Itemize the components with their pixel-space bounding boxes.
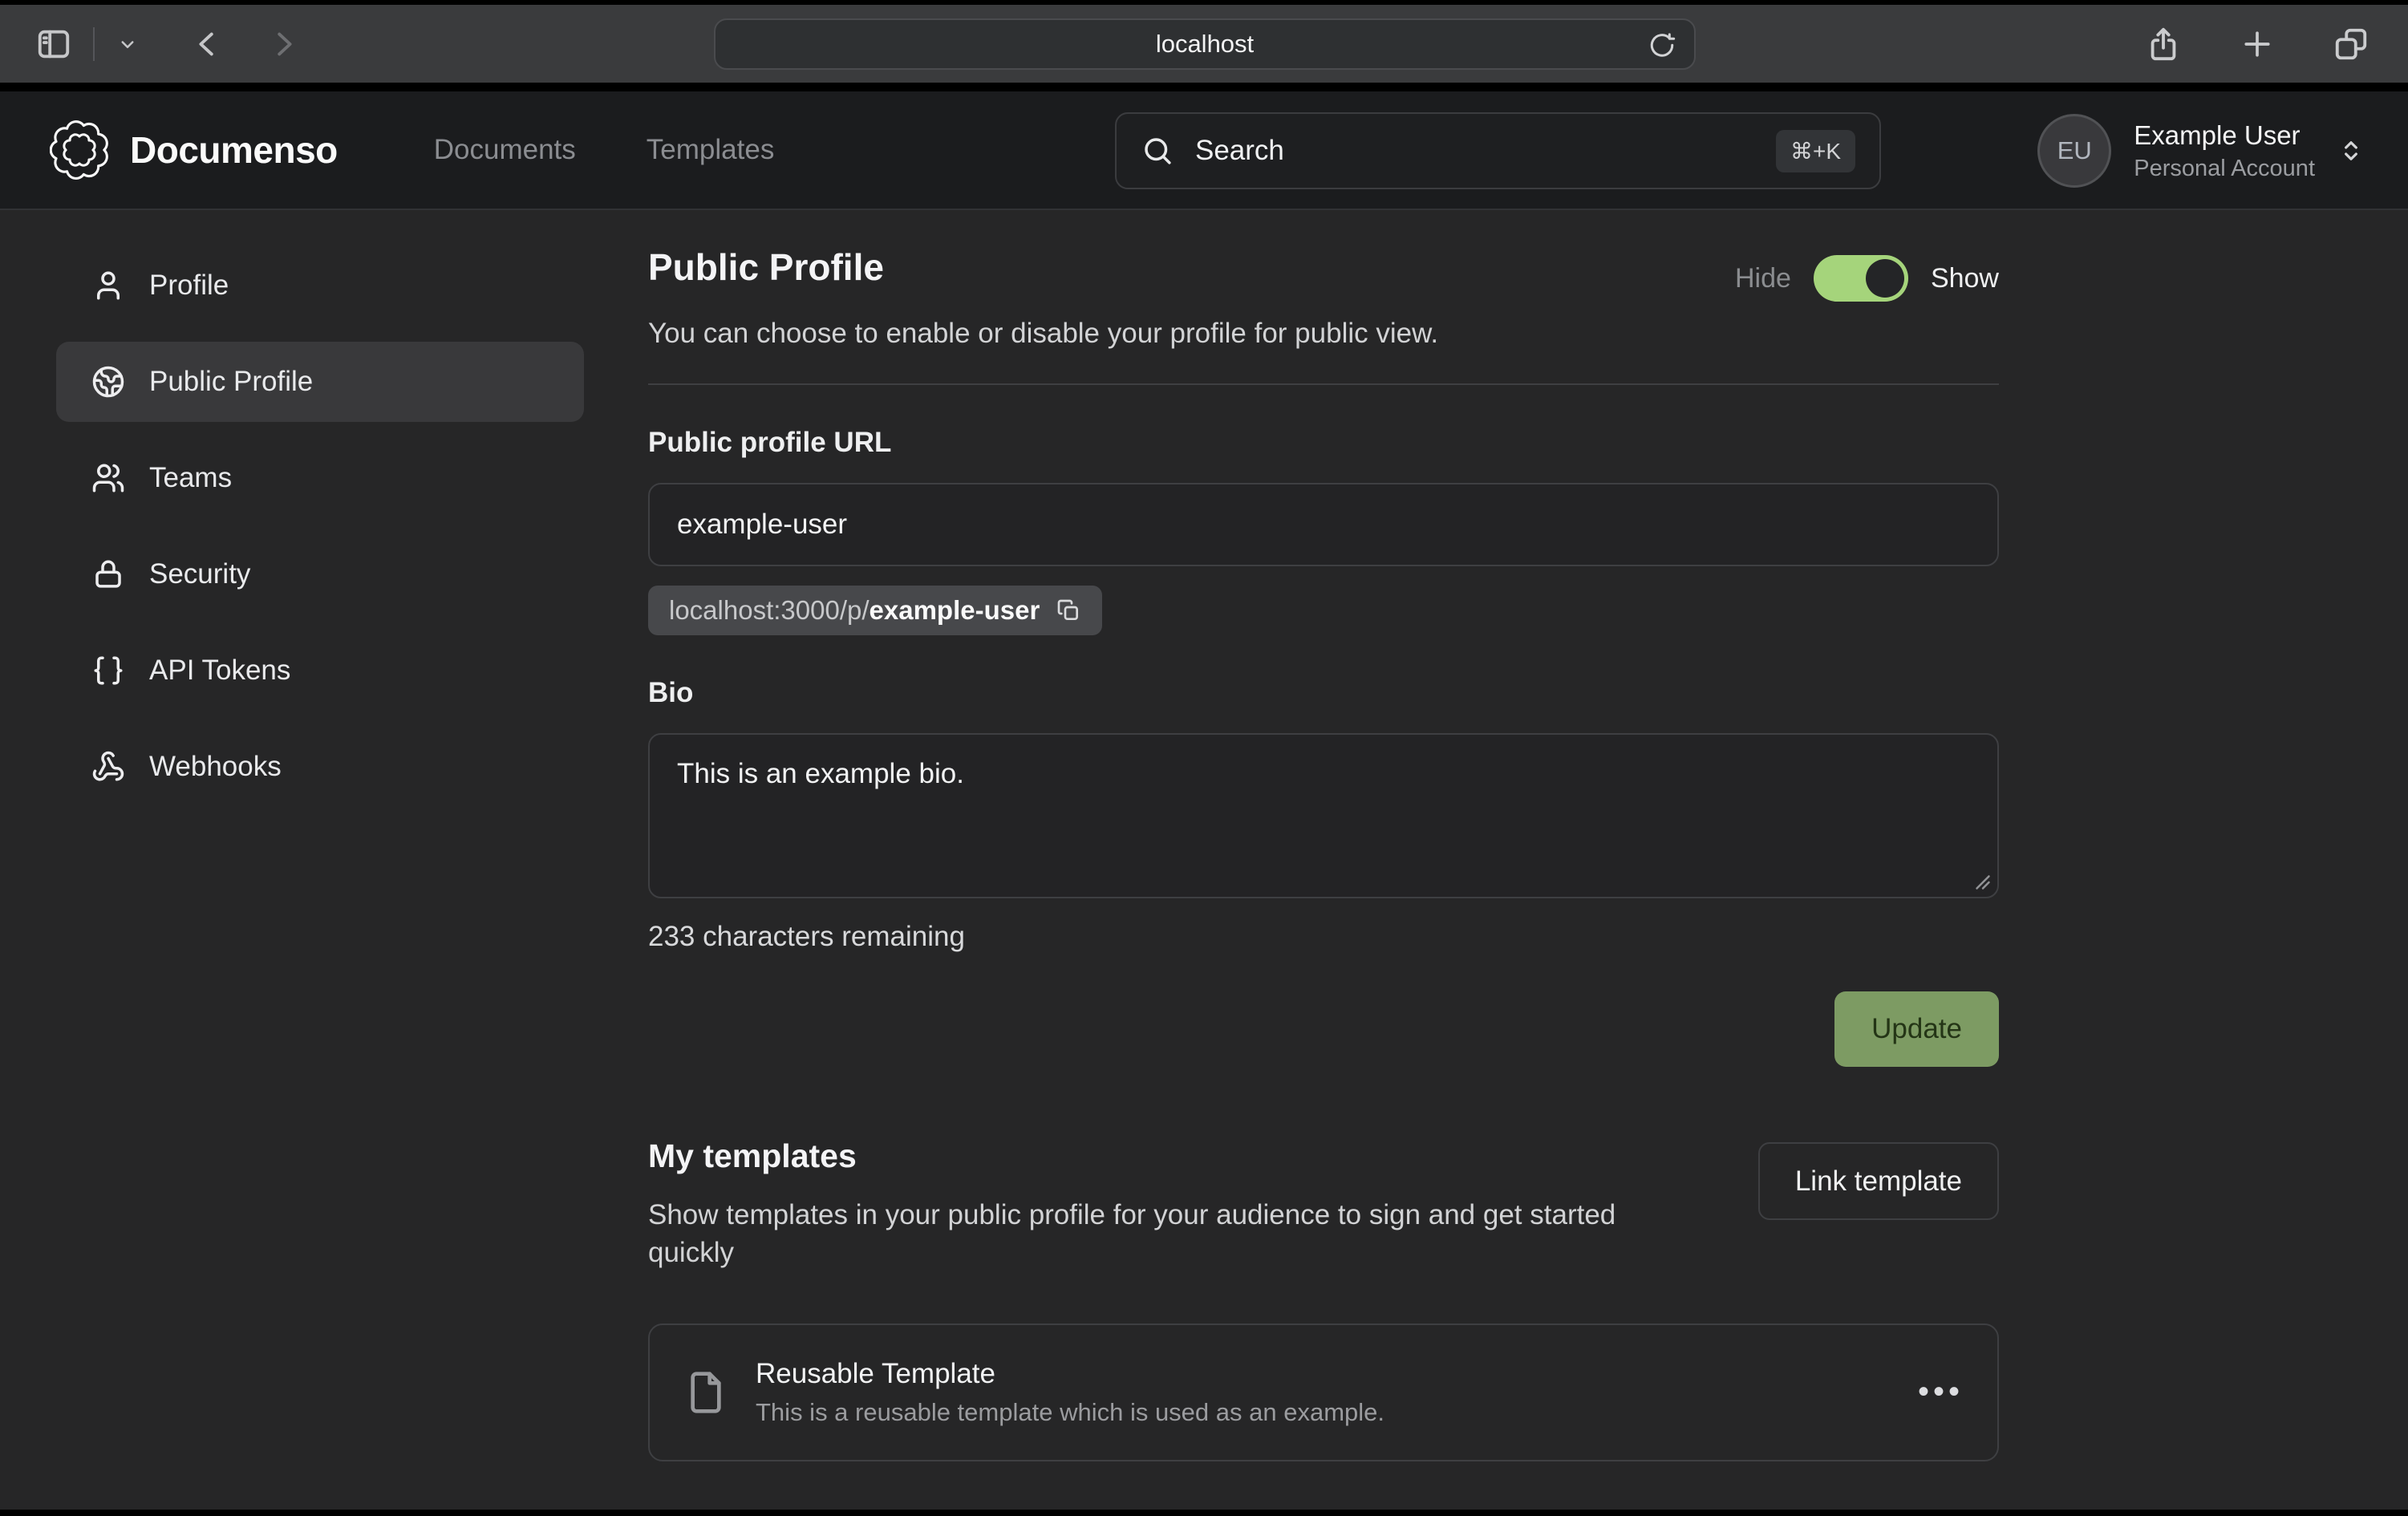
toggle-knob bbox=[1866, 259, 1904, 298]
more-options-icon[interactable]: ••• bbox=[1918, 1374, 1964, 1410]
avatar-initials: EU bbox=[2057, 136, 2092, 165]
bio-field-label: Bio bbox=[648, 677, 1999, 709]
template-description: This is a reusable template which is use… bbox=[756, 1398, 1384, 1427]
documenso-logo[interactable]: Documenso bbox=[50, 120, 338, 180]
user-icon bbox=[91, 269, 125, 302]
toggle-show-label: Show bbox=[1931, 263, 1999, 294]
toolbar-separator bbox=[93, 27, 95, 61]
toggle-hide-label: Hide bbox=[1735, 263, 1791, 294]
sidebar-item-api-tokens[interactable]: API Tokens bbox=[56, 630, 584, 711]
address-bar-url: localhost bbox=[1156, 30, 1254, 59]
template-name: Reusable Template bbox=[756, 1358, 1384, 1390]
user-menu[interactable]: EU Example User Personal Account bbox=[2037, 112, 2366, 189]
primary-nav: Documents Templates bbox=[434, 134, 775, 166]
sidebar-item-public-profile[interactable]: Public Profile bbox=[56, 342, 584, 422]
sidebar-item-teams[interactable]: Teams bbox=[56, 438, 584, 518]
sidebar-item-label: Public Profile bbox=[149, 366, 313, 398]
page-title: Public Profile bbox=[648, 245, 884, 289]
webhook-icon bbox=[91, 750, 125, 784]
share-icon[interactable] bbox=[2145, 26, 2182, 63]
copy-url-button[interactable] bbox=[1056, 598, 1081, 623]
app-header: Documenso Documents Templates Search ⌘+K… bbox=[0, 91, 2408, 210]
profile-url-input[interactable] bbox=[648, 483, 1999, 566]
user-account-type: Personal Account bbox=[2134, 156, 2315, 182]
address-bar[interactable]: localhost bbox=[714, 18, 1696, 70]
sidebar-item-profile[interactable]: Profile bbox=[56, 245, 584, 326]
sidebar-chevron-down-icon[interactable] bbox=[116, 32, 140, 56]
resize-handle-icon[interactable] bbox=[1975, 874, 1991, 890]
settings-sidebar: Profile Public Profile Teams Security AP… bbox=[56, 245, 584, 1510]
nav-templates[interactable]: Templates bbox=[647, 134, 775, 166]
user-name: Example User bbox=[2134, 120, 2315, 151]
avatar: EU bbox=[2037, 114, 2111, 188]
my-templates-description: Show templates in your public profile fo… bbox=[648, 1196, 1619, 1272]
chevrons-up-down-icon bbox=[2336, 136, 2366, 166]
back-button[interactable] bbox=[189, 26, 226, 63]
page-content: Profile Public Profile Teams Security AP… bbox=[0, 210, 2408, 1510]
sidebar-item-label: Webhooks bbox=[149, 751, 282, 783]
copy-icon bbox=[1056, 598, 1081, 623]
forward-button[interactable] bbox=[265, 26, 302, 63]
profile-visibility-toggle-group: Hide Show bbox=[1735, 255, 1999, 302]
toolbar-bottom-edge bbox=[0, 83, 2408, 91]
search-placeholder: Search bbox=[1195, 135, 1284, 167]
sidebar-item-label: Security bbox=[149, 558, 250, 590]
tab-overview-icon[interactable] bbox=[2333, 26, 2369, 63]
divider bbox=[648, 383, 1999, 385]
url-field-label: Public profile URL bbox=[648, 427, 1999, 459]
sidebar-toggle-icon[interactable] bbox=[35, 26, 72, 63]
search-icon bbox=[1141, 134, 1174, 168]
reload-icon[interactable] bbox=[1648, 31, 1676, 60]
globe-icon bbox=[91, 365, 125, 399]
public-profile-panel: Public Profile Hide Show You can choose … bbox=[648, 245, 1999, 1510]
sidebar-item-label: API Tokens bbox=[149, 655, 290, 687]
bio-textarea[interactable]: This is an example bio. bbox=[648, 733, 1999, 898]
sidebar-item-webhooks[interactable]: Webhooks bbox=[56, 727, 584, 807]
browser-toolbar: localhost bbox=[0, 5, 2408, 83]
update-button[interactable]: Update bbox=[1834, 991, 1999, 1067]
visibility-toggle[interactable] bbox=[1814, 255, 1908, 302]
sidebar-item-label: Profile bbox=[149, 270, 229, 302]
nav-documents[interactable]: Documents bbox=[434, 134, 576, 166]
logo-text: Documenso bbox=[130, 128, 338, 172]
documenso-badge-icon bbox=[50, 120, 109, 180]
sidebar-item-security[interactable]: Security bbox=[56, 534, 584, 614]
link-template-button[interactable]: Link template bbox=[1758, 1142, 1999, 1220]
sidebar-item-label: Teams bbox=[149, 462, 232, 494]
new-tab-icon[interactable] bbox=[2240, 26, 2275, 62]
my-templates-title: My templates bbox=[648, 1137, 1619, 1175]
file-icon bbox=[683, 1370, 728, 1415]
search-shortcut-badge: ⌘+K bbox=[1776, 130, 1855, 172]
window-bottom-edge bbox=[0, 1510, 2408, 1516]
template-list-item: Reusable Template This is a reusable tem… bbox=[648, 1323, 1999, 1461]
url-preview-prefix: localhost:3000/p/ bbox=[669, 595, 870, 626]
page-subtitle: You can choose to enable or disable your… bbox=[648, 318, 1999, 350]
search-input[interactable]: Search ⌘+K bbox=[1115, 112, 1881, 189]
users-icon bbox=[91, 461, 125, 495]
profile-url-preview-chip: localhost:3000/p/example-user bbox=[648, 586, 1102, 635]
lock-icon bbox=[91, 557, 125, 591]
bio-characters-remaining: 233 characters remaining bbox=[648, 921, 1999, 953]
braces-icon bbox=[91, 654, 125, 687]
url-preview-slug: example-user bbox=[870, 595, 1040, 626]
